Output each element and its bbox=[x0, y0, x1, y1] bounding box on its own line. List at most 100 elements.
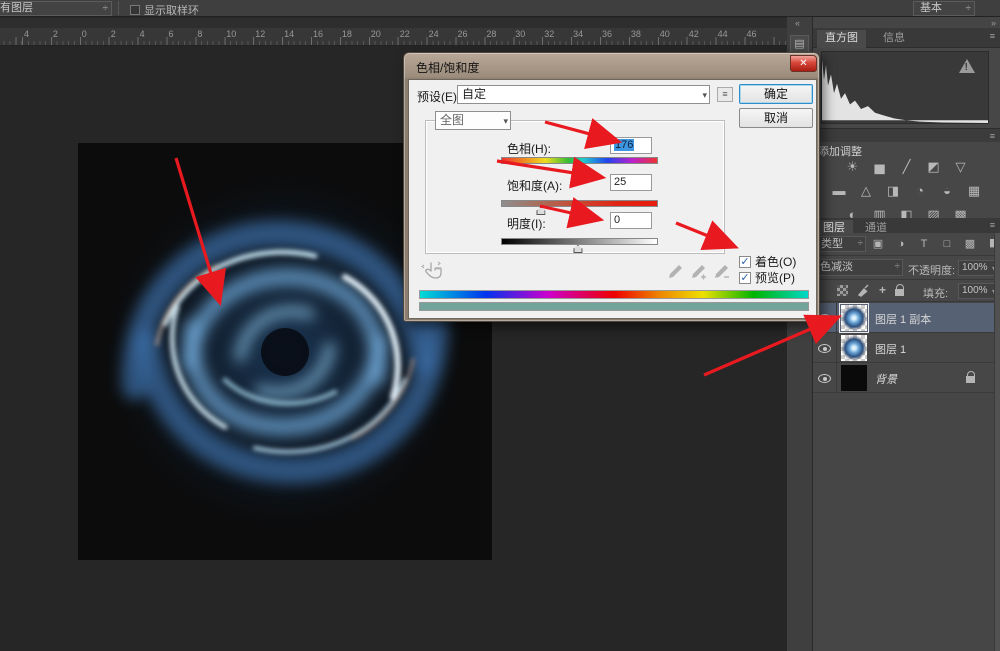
show-sampling-ring-checkbox[interactable] bbox=[130, 5, 140, 15]
preview-label: 预览(P) bbox=[755, 269, 795, 286]
saturation-input[interactable]: 25 bbox=[610, 174, 652, 191]
ruler-number: 38 bbox=[631, 29, 641, 39]
hue-input[interactable]: 176 bbox=[610, 137, 652, 154]
lightness-slider[interactable] bbox=[501, 238, 658, 245]
targeted-adjustment-icon[interactable] bbox=[421, 260, 445, 287]
close-icon[interactable]: ✕ bbox=[790, 55, 817, 72]
dialog-content: 预设(E): 自定 ▾ ≡ 确定 取消 全图 ▾ 色相(H): 176 饱和度(… bbox=[408, 79, 817, 319]
lock-row: + 填充: 100% ▾ bbox=[813, 280, 1000, 302]
dropdown-arrow-icon: ÷ bbox=[103, 2, 109, 15]
filter-pixel-layers-icon[interactable]: ▣ bbox=[869, 236, 887, 252]
ok-button[interactable]: 确定 bbox=[739, 84, 813, 104]
horizontal-ruler[interactable]: 4202468101214161820222426283032343638404… bbox=[0, 28, 787, 46]
eye-icon[interactable] bbox=[818, 344, 831, 353]
color-lookup-icon[interactable]: ▦ bbox=[963, 182, 985, 200]
tab-info[interactable]: 信息 bbox=[875, 30, 913, 49]
panel-menu-icon[interactable]: ≡ bbox=[990, 131, 995, 141]
ruler-number: 22 bbox=[400, 29, 410, 39]
layer-thumbnail[interactable] bbox=[841, 305, 867, 331]
hue-saturation-icon[interactable]: ▬ bbox=[828, 182, 850, 200]
layer-row[interactable]: 图层 1 bbox=[813, 333, 1000, 363]
layer-name[interactable]: 背景 bbox=[875, 371, 897, 387]
histogram-tab-bar: 直方图 信息 ≡ bbox=[813, 28, 1000, 48]
layer-name[interactable]: 图层 1 副本 bbox=[875, 311, 931, 327]
sample-layers-value: 所有图层 bbox=[0, 2, 33, 14]
color-balance-icon[interactable]: △ bbox=[855, 182, 877, 200]
lightness-label: 明度(I): bbox=[507, 215, 546, 232]
dropdown-arrow-icon: ÷ bbox=[858, 237, 864, 251]
hue-value: 176 bbox=[614, 139, 634, 151]
workspace-switcher[interactable]: 基本 ÷ bbox=[913, 1, 975, 16]
filter-shape-layers-icon[interactable]: □ bbox=[938, 236, 956, 252]
layer-lock-icon bbox=[966, 376, 975, 383]
opacity-label: 不透明度: bbox=[908, 262, 955, 278]
eyedropper-add-icon[interactable] bbox=[690, 264, 706, 280]
eyedropper-icon[interactable] bbox=[667, 264, 683, 280]
preset-dropdown[interactable]: 自定 ▾ bbox=[457, 85, 710, 104]
layer-row[interactable]: 图层 1 副本 bbox=[813, 303, 1000, 333]
ruler-number: 2 bbox=[111, 29, 116, 39]
collapse-dock-icon[interactable]: » bbox=[991, 18, 996, 28]
hue-saturation-dialog: 色相/饱和度 ✕ 预设(E): 自定 ▾ ≡ 确定 取消 全图 ▾ 色相(H):… bbox=[403, 52, 820, 322]
saturation-slider[interactable] bbox=[501, 200, 658, 207]
preset-value: 自定 bbox=[462, 87, 486, 101]
preview-option[interactable]: ✓ 预览(P) bbox=[739, 269, 795, 286]
layer-visibility-well[interactable] bbox=[813, 333, 837, 363]
tab-histogram[interactable]: 直方图 bbox=[817, 30, 866, 49]
ruler-number: 8 bbox=[197, 29, 202, 39]
ruler-number: 32 bbox=[544, 29, 554, 39]
layer-thumbnail[interactable] bbox=[841, 335, 867, 361]
panel-menu-icon[interactable]: ≡ bbox=[990, 220, 995, 230]
lock-paint-brush-icon[interactable] bbox=[857, 284, 870, 297]
colorize-option[interactable]: ✓ 着色(O) bbox=[739, 253, 796, 270]
lightness-input[interactable]: 0 bbox=[610, 212, 652, 229]
adjustments-row-1: ☀ ▅ ╱ ◩ ▽ bbox=[813, 158, 1000, 178]
layer-thumbnail[interactable] bbox=[841, 365, 867, 391]
filter-smart-objects-icon[interactable]: ▩ bbox=[961, 236, 979, 252]
eye-icon[interactable] bbox=[818, 374, 831, 383]
show-sampling-ring-option[interactable]: 显示取样环 bbox=[130, 2, 199, 18]
filter-type-layers-icon[interactable]: T bbox=[915, 236, 933, 252]
preset-options-icon[interactable]: ≡ bbox=[717, 87, 733, 102]
photo-filter-icon[interactable]: ◔ bbox=[909, 182, 931, 200]
curves-icon[interactable]: ╱ bbox=[896, 158, 918, 176]
brightness-contrast-icon[interactable]: ☀ bbox=[842, 158, 864, 176]
ruler-number: 30 bbox=[515, 29, 525, 39]
histogram-panel: ! bbox=[813, 48, 1000, 128]
hue-slider[interactable] bbox=[501, 157, 658, 164]
adjustments-panel-header: ≡ bbox=[813, 128, 1000, 142]
preview-checkbox[interactable]: ✓ bbox=[739, 272, 751, 284]
layers-tab-bar: 图层 通道 ≡ bbox=[813, 218, 1000, 234]
panel-menu-icon[interactable]: ≡ bbox=[990, 31, 995, 41]
spectrum-bar-input bbox=[419, 290, 809, 299]
lock-all-icon[interactable] bbox=[895, 289, 904, 296]
levels-icon[interactable]: ▅ bbox=[869, 158, 891, 176]
eyedropper-subtract-icon[interactable] bbox=[713, 264, 729, 280]
eyedropper-tools bbox=[667, 264, 729, 280]
layer-row[interactable]: 背景 bbox=[813, 363, 1000, 393]
cancel-button[interactable]: 取消 bbox=[739, 108, 813, 128]
ruler-number: 28 bbox=[486, 29, 496, 39]
black-white-icon[interactable]: ◨ bbox=[882, 182, 904, 200]
layer-name[interactable]: 图层 1 bbox=[875, 341, 906, 357]
lock-position-icon[interactable]: + bbox=[879, 283, 886, 297]
layer-visibility-well[interactable] bbox=[813, 363, 837, 393]
histogram-display: ! bbox=[821, 51, 989, 124]
exposure-icon[interactable]: ◩ bbox=[923, 158, 945, 176]
collapse-dock-icon[interactable]: « bbox=[795, 18, 800, 28]
channel-dropdown[interactable]: 全图 ▾ bbox=[435, 111, 511, 130]
fill-value[interactable]: 100% ▾ bbox=[958, 283, 998, 299]
blend-mode-dropdown[interactable]: 色减淡 ÷ bbox=[815, 259, 903, 276]
channel-value: 全图 bbox=[440, 113, 464, 127]
vibrance-icon[interactable]: ▽ bbox=[950, 158, 972, 176]
panel-scrollbar[interactable] bbox=[994, 233, 1000, 651]
opacity-value[interactable]: 100% ▾ bbox=[958, 260, 998, 276]
ruler-number: 10 bbox=[226, 29, 236, 39]
sample-layers-dropdown[interactable]: 所有图层 ÷ bbox=[0, 1, 112, 16]
lock-transparency-icon[interactable] bbox=[837, 285, 848, 296]
colorize-checkbox[interactable]: ✓ bbox=[739, 256, 751, 268]
filter-adjustment-layers-icon[interactable]: ◑ bbox=[892, 236, 910, 252]
ruler-number: 36 bbox=[602, 29, 612, 39]
channel-mixer-icon[interactable]: ◒ bbox=[936, 182, 958, 200]
filter-kind-dropdown[interactable]: 类型 ÷ bbox=[816, 236, 866, 252]
